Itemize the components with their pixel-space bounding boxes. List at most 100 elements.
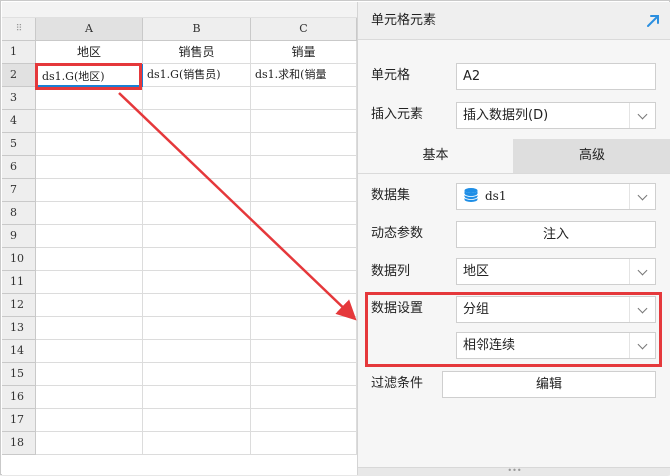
panel-resize-handle[interactable]: ••• [358, 467, 670, 475]
grid-cell[interactable] [36, 317, 143, 340]
grid-cell[interactable] [143, 133, 251, 156]
dataset-dropdown[interactable]: ds1 [456, 183, 656, 210]
grid-cell[interactable] [251, 202, 357, 225]
cell-b1[interactable]: 销售员 [143, 41, 251, 64]
grid-cell[interactable] [143, 363, 251, 386]
grid-cell[interactable] [251, 317, 357, 340]
grid-cell[interactable] [251, 409, 357, 432]
data-setting-dropdown[interactable]: 分组 [456, 296, 656, 323]
window-frame: ⠿ A B C 1 2 3 4 5 6 7 8 9 10 11 12 13 14 15 16 17 18 地区 销… [0, 0, 670, 475]
row-header-15[interactable]: 15 [2, 363, 36, 386]
grid-cell[interactable] [36, 271, 143, 294]
row-header-18[interactable]: 18 [2, 432, 36, 455]
insert-element-dropdown[interactable]: 插入数据列(D) [456, 102, 656, 129]
grid-cell[interactable] [143, 202, 251, 225]
row-header-13[interactable]: 13 [2, 317, 36, 340]
row-header-12[interactable]: 12 [2, 294, 36, 317]
grid-cell[interactable] [143, 340, 251, 363]
grid-cell[interactable] [36, 87, 143, 110]
grid-cell[interactable] [251, 248, 357, 271]
grid-cell[interactable] [143, 432, 251, 455]
row-header-4[interactable]: 4 [2, 110, 36, 133]
dynamic-param-label: 动态参数 [371, 226, 424, 241]
row-header-5[interactable]: 5 [2, 133, 36, 156]
row-header-7[interactable]: 7 [2, 179, 36, 202]
cell-c1[interactable]: 销量 [251, 41, 357, 64]
grid-cell[interactable] [36, 225, 143, 248]
cell-element-panel: 单元格元素 单元格 A2 插入元素 插入数据列(D) 基本 高级 数据集 ds1… [357, 2, 670, 475]
expand-icon[interactable] [644, 12, 662, 30]
cell-b2[interactable]: ds1.G(销售员) [143, 64, 251, 87]
row-header-17[interactable]: 17 [2, 409, 36, 432]
row-header-9[interactable]: 9 [2, 225, 36, 248]
grid-cell[interactable] [143, 409, 251, 432]
grid-cell[interactable] [251, 156, 357, 179]
grid-cell[interactable] [143, 248, 251, 271]
grid-cell[interactable] [251, 363, 357, 386]
data-setting-sub-value: 相邻连续 [463, 338, 516, 353]
cell-c2[interactable]: ds1.求和(销量 [251, 64, 357, 87]
data-column-dropdown[interactable]: 地区 [456, 258, 656, 285]
cell-address-field[interactable]: A2 [456, 63, 656, 90]
row-header-14[interactable]: 14 [2, 340, 36, 363]
grid-cell[interactable] [36, 432, 143, 455]
column-header-a[interactable]: A [36, 18, 143, 41]
cell-a2[interactable]: ds1.G(地区) [36, 64, 143, 87]
grid-cell[interactable] [36, 248, 143, 271]
tab-advanced[interactable]: 高级 [513, 139, 670, 173]
grid-cell[interactable] [36, 363, 143, 386]
chevron-down-icon[interactable] [629, 103, 655, 128]
grid-cell[interactable] [251, 179, 357, 202]
row-header-8[interactable]: 8 [2, 202, 36, 225]
grid-cell[interactable] [36, 133, 143, 156]
grid-cell[interactable] [251, 340, 357, 363]
inject-button[interactable]: 注入 [456, 221, 656, 248]
grid-cell[interactable] [36, 294, 143, 317]
grid-cell[interactable] [251, 87, 357, 110]
grid-cell[interactable] [143, 294, 251, 317]
column-header-c[interactable]: C [251, 18, 357, 41]
cell-a1[interactable]: 地区 [36, 41, 143, 64]
row-header-16[interactable]: 16 [2, 386, 36, 409]
chevron-down-icon[interactable] [629, 184, 655, 209]
grid-cell[interactable] [36, 179, 143, 202]
insert-element-value: 插入数据列(D) [463, 108, 549, 123]
tab-basic[interactable]: 基本 [358, 139, 513, 173]
grid-cell[interactable] [36, 409, 143, 432]
grid-cell[interactable] [143, 110, 251, 133]
tab-divider [358, 173, 670, 174]
grid-cell[interactable] [251, 432, 357, 455]
row-header-6[interactable]: 6 [2, 156, 36, 179]
row-header-2[interactable]: 2 [2, 64, 36, 87]
filter-edit-button[interactable]: 编辑 [442, 371, 656, 398]
data-setting-sub-dropdown[interactable]: 相邻连续 [456, 332, 656, 359]
grid-cell[interactable] [251, 110, 357, 133]
chevron-down-icon[interactable] [629, 259, 655, 284]
grid-cell[interactable] [143, 317, 251, 340]
chevron-down-icon[interactable] [629, 333, 655, 358]
grid-cell[interactable] [36, 110, 143, 133]
grid-cell[interactable] [143, 87, 251, 110]
grid-cell[interactable] [143, 225, 251, 248]
grid-cell[interactable] [251, 271, 357, 294]
grid-cell[interactable] [251, 386, 357, 409]
grid-cell[interactable] [251, 294, 357, 317]
grid-cell[interactable] [251, 225, 357, 248]
grid-cell[interactable] [36, 386, 143, 409]
select-all-corner[interactable]: ⠿ [2, 18, 36, 41]
grid-cell[interactable] [36, 202, 143, 225]
chevron-down-icon[interactable] [629, 297, 655, 322]
row-header-1[interactable]: 1 [2, 41, 36, 64]
grid-cell[interactable] [143, 156, 251, 179]
grid-cell[interactable] [36, 340, 143, 363]
grid-cell[interactable] [143, 271, 251, 294]
grid-cell[interactable] [143, 386, 251, 409]
row-header-10[interactable]: 10 [2, 248, 36, 271]
grid-cell[interactable] [143, 179, 251, 202]
row-header-11[interactable]: 11 [2, 271, 36, 294]
data-setting-value: 分组 [463, 302, 490, 317]
grid-cell[interactable] [36, 156, 143, 179]
grid-cell[interactable] [251, 133, 357, 156]
row-header-3[interactable]: 3 [2, 87, 36, 110]
column-header-b[interactable]: B [143, 18, 251, 41]
